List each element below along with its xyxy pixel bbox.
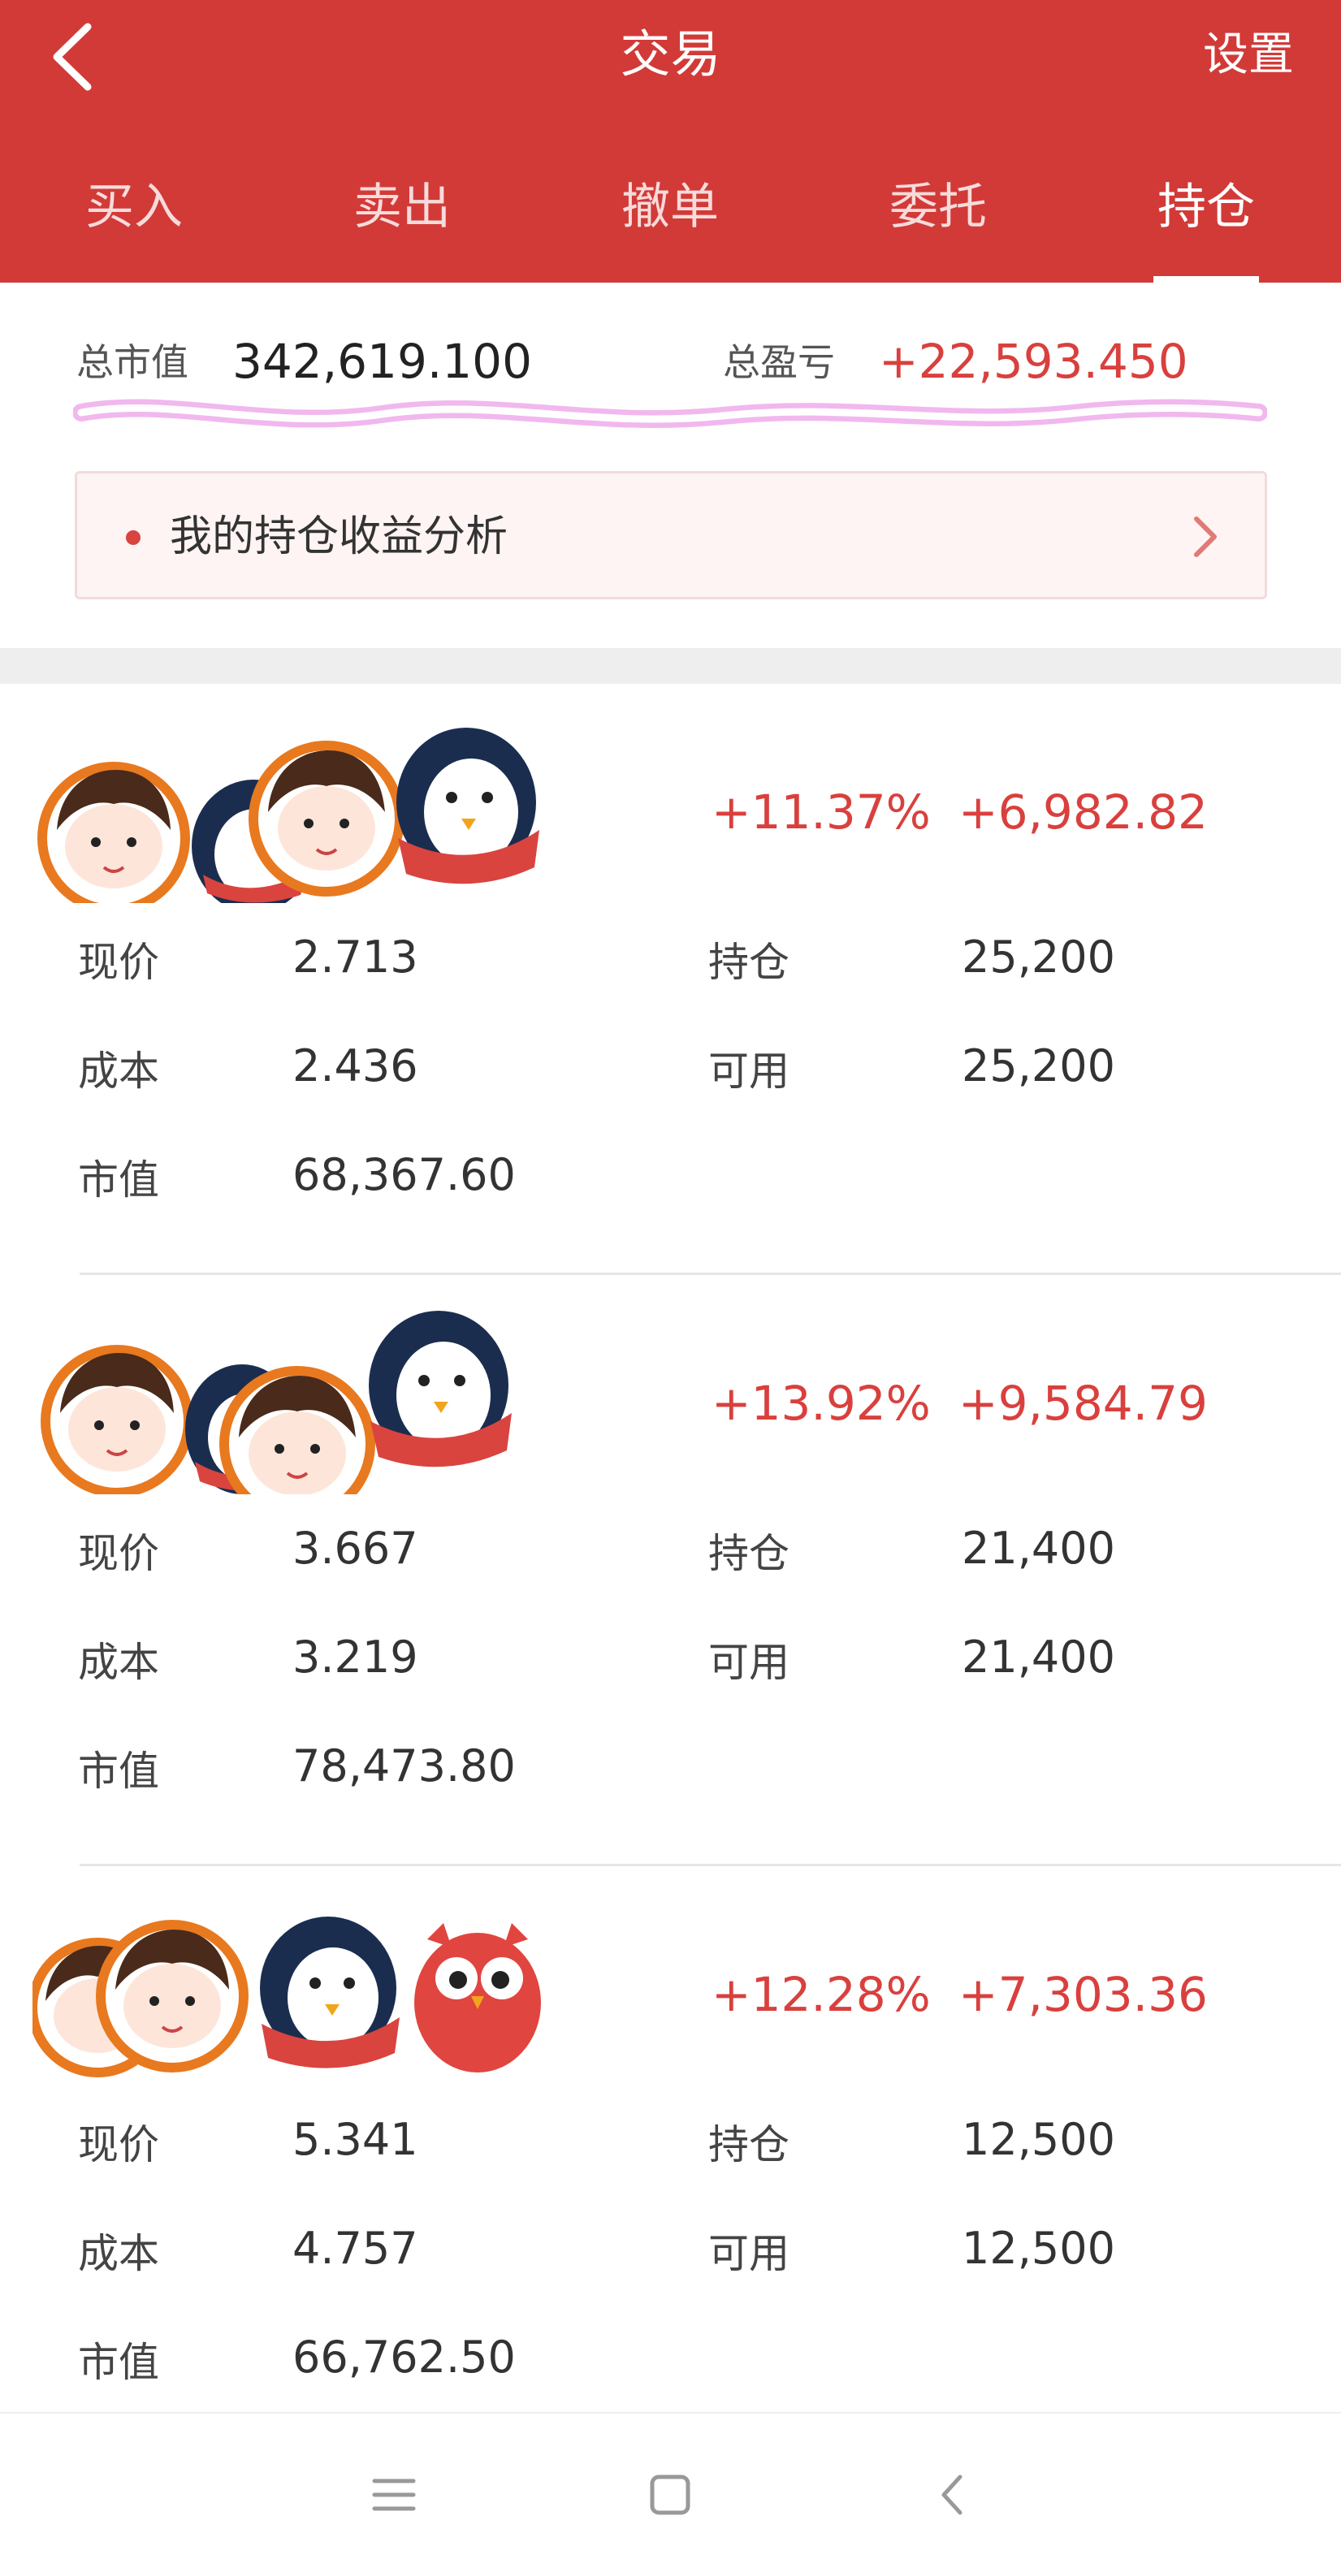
price-value: 3.667 bbox=[292, 1523, 418, 1574]
market-value-label: 市值 bbox=[78, 1156, 159, 1204]
owl-icon bbox=[414, 1923, 541, 2072]
highlight-scribble bbox=[73, 399, 1267, 429]
pnl-percent: +13.92% bbox=[712, 1376, 931, 1431]
price-value: 2.713 bbox=[292, 931, 418, 983]
available-label: 可用 bbox=[708, 2230, 789, 2277]
pnl-percent: +12.28% bbox=[712, 1967, 931, 2022]
pnl-amount: +6,982.82 bbox=[958, 784, 1208, 840]
position-value: 25,200 bbox=[962, 931, 1115, 983]
available-label: 可用 bbox=[708, 1048, 789, 1095]
available-value: 12,500 bbox=[962, 2223, 1115, 2274]
portfolio-summary: 总市值 342,619.100 总盈亏 +22,593.450 我的持仓收益分析 bbox=[0, 283, 1341, 648]
position-analysis-label: 我的持仓收益分析 bbox=[170, 512, 508, 561]
total-value-label: 总市值 bbox=[76, 340, 188, 384]
redacted-stock-name-stickers bbox=[32, 1917, 541, 2077]
position-value: 21,400 bbox=[962, 1523, 1115, 1574]
section-separator bbox=[0, 648, 1341, 684]
tab-positions[interactable]: 持仓 bbox=[1072, 162, 1340, 283]
position-value: 12,500 bbox=[962, 2114, 1115, 2165]
tab-orders[interactable]: 委托 bbox=[804, 162, 1072, 283]
menu-button[interactable] bbox=[345, 2446, 443, 2544]
tab-buy[interactable]: 买入 bbox=[0, 162, 268, 283]
back-chevron-icon bbox=[941, 2474, 962, 2515]
position-label: 持仓 bbox=[708, 1530, 789, 1577]
pnl-amount: +9,584.79 bbox=[958, 1376, 1208, 1431]
available-value: 21,400 bbox=[962, 1632, 1115, 1683]
cost-label: 成本 bbox=[78, 1639, 159, 1686]
holding-item[interactable]: +13.92% +9,584.79 现价 3.667 持仓 21,400 成本 … bbox=[0, 1275, 1341, 1866]
chevron-right-icon bbox=[1194, 516, 1217, 557]
system-nav-bar bbox=[0, 2412, 1341, 2576]
nav-back-button[interactable] bbox=[903, 2446, 1001, 2544]
total-pnl-label: 总盈亏 bbox=[723, 340, 835, 384]
menu-icon bbox=[372, 2479, 416, 2511]
page-title: 交易 bbox=[620, 24, 721, 84]
home-button[interactable] bbox=[621, 2446, 719, 2544]
penguin-icon bbox=[260, 1917, 400, 2068]
cost-label: 成本 bbox=[78, 2230, 159, 2277]
cost-value: 2.436 bbox=[292, 1040, 418, 1091]
penguin-icon bbox=[369, 1311, 512, 1467]
face-icon bbox=[37, 762, 190, 903]
holding-item[interactable]: +11.37% +6,982.82 现价 2.713 持仓 25,200 成本 … bbox=[0, 684, 1341, 1275]
pnl-amount: +7,303.36 bbox=[958, 1967, 1208, 2022]
market-value: 66,762.50 bbox=[292, 2332, 516, 2383]
redacted-stock-name-stickers bbox=[41, 1311, 512, 1494]
active-tab-indicator bbox=[1153, 276, 1259, 283]
redacted-stock-name-stickers bbox=[37, 728, 539, 903]
position-analysis-link[interactable]: 我的持仓收益分析 bbox=[75, 471, 1267, 599]
cost-value: 3.219 bbox=[292, 1632, 418, 1683]
position-label: 持仓 bbox=[708, 2121, 789, 2168]
price-label: 现价 bbox=[78, 939, 159, 986]
position-label: 持仓 bbox=[708, 939, 789, 986]
available-label: 可用 bbox=[708, 1639, 789, 1686]
market-value-label: 市值 bbox=[78, 1748, 159, 1795]
home-square-icon bbox=[650, 2474, 690, 2515]
face-icon bbox=[249, 741, 404, 897]
app-header: 交易 设置 买入 卖出 撤单 委托 持仓 bbox=[0, 0, 1341, 283]
penguin-icon bbox=[396, 728, 539, 884]
cost-value: 4.757 bbox=[292, 2223, 418, 2274]
available-value: 25,200 bbox=[962, 1040, 1115, 1091]
price-value: 5.341 bbox=[292, 2114, 418, 2165]
settings-button[interactable]: 设置 bbox=[1203, 23, 1294, 88]
market-value-label: 市值 bbox=[78, 2339, 159, 2386]
market-value: 78,473.80 bbox=[292, 1740, 516, 1792]
face-icon bbox=[96, 1920, 249, 2072]
bullet-dot-icon bbox=[126, 530, 141, 545]
tab-cancel[interactable]: 撤单 bbox=[536, 162, 804, 283]
price-label: 现价 bbox=[78, 1530, 159, 1577]
pnl-percent: +11.37% bbox=[712, 784, 931, 840]
holding-item[interactable]: +12.28% +7,303.36 现价 5.341 持仓 12,500 成本 … bbox=[0, 1866, 1341, 2457]
cost-label: 成本 bbox=[78, 1048, 159, 1095]
face-icon bbox=[219, 1366, 375, 1494]
price-label: 现价 bbox=[78, 2121, 159, 2168]
trade-tabs: 买入 卖出 撤单 委托 持仓 bbox=[0, 162, 1341, 283]
face-icon bbox=[41, 1345, 193, 1494]
market-value: 68,367.60 bbox=[292, 1149, 516, 1200]
tab-sell[interactable]: 卖出 bbox=[268, 162, 536, 283]
